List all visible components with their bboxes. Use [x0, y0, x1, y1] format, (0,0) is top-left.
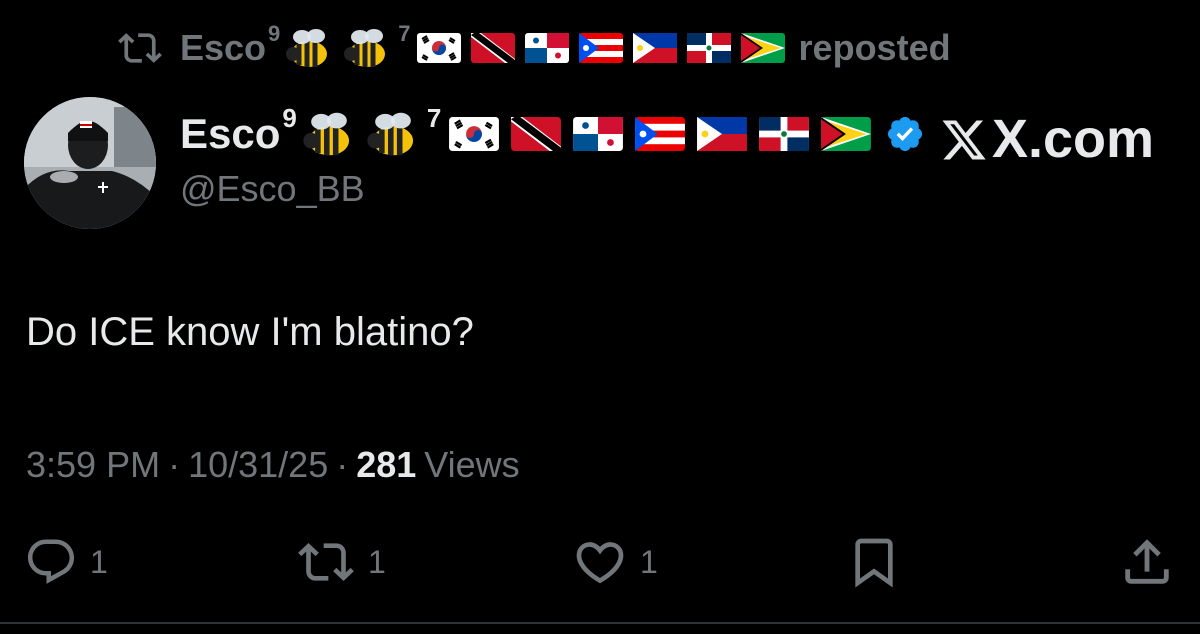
flag-dominican-republic-icon — [686, 33, 731, 63]
repost-user-name[interactable]: Esco 9 7 — [180, 21, 785, 70]
author-name: Esco — [180, 110, 281, 157]
author-handle[interactable]: @Esco_BB — [180, 168, 365, 210]
flag-philippines-icon — [632, 33, 677, 63]
repost-sup-left: 9 — [268, 21, 281, 46]
flag-puerto-rico-icon — [578, 33, 623, 63]
author-flags — [449, 117, 872, 151]
flag-south-korea-icon — [416, 33, 461, 63]
tweet-date[interactable]: 10/31/25 — [188, 444, 328, 486]
share-button[interactable] — [1118, 534, 1176, 590]
tweet-time[interactable]: 3:59 PM — [26, 444, 160, 486]
repost-button[interactable]: 1 — [296, 534, 386, 590]
views-label: Views — [424, 444, 520, 485]
flag-guyana-icon — [740, 33, 785, 63]
meta-separator: · — [168, 444, 181, 485]
flag-panama-icon — [573, 117, 624, 151]
repost-icon — [296, 534, 356, 590]
reply-button[interactable]: 1 — [24, 534, 108, 590]
repost-flags — [416, 33, 785, 63]
repost-name-text: Esco — [180, 27, 267, 68]
flag-dominican-republic-icon — [759, 117, 810, 151]
flag-puerto-rico-icon — [635, 117, 686, 151]
author-sup-left: 9 — [282, 102, 297, 133]
repost-header[interactable]: Esco 9 7 reposted — [118, 21, 951, 70]
tweet-text: Do ICE know I'm blatino? — [26, 310, 474, 354]
x-com-text: X.com — [991, 109, 1154, 169]
author-sup-right: 7 — [426, 102, 442, 133]
meta-separator: · — [336, 444, 349, 485]
flag-south-korea-icon — [449, 117, 500, 151]
x-logo-icon — [940, 115, 988, 163]
author-name-row[interactable]: Esco 9 7 — [180, 103, 925, 161]
reply-icon — [24, 535, 78, 589]
heart-icon — [572, 534, 628, 590]
flag-panama-icon — [524, 33, 569, 63]
bookmark-button[interactable] — [846, 534, 902, 590]
repost-count: 1 — [368, 543, 386, 580]
honeybee-icon — [283, 26, 335, 70]
flag-trinidad-and-tobago-icon — [511, 117, 562, 151]
repost-icon — [118, 26, 162, 70]
reply-count: 1 — [90, 543, 108, 580]
honeybee-icon — [300, 107, 358, 161]
tweet-meta: 3:59 PM · 10/31/25 · 281 Views — [26, 444, 520, 486]
views-count: 281 — [356, 444, 417, 485]
share-icon — [1118, 533, 1176, 591]
x-com-watermark: X.com — [940, 108, 1154, 170]
repost-sup-right: 7 — [398, 21, 411, 46]
verified-badge-icon — [885, 114, 925, 154]
bookmark-icon — [846, 534, 902, 590]
flag-trinidad-and-tobago-icon — [470, 33, 515, 63]
reposted-label: reposted — [798, 27, 951, 68]
avatar[interactable] — [24, 97, 156, 229]
like-count: 1 — [640, 543, 658, 580]
bottom-divider — [0, 622, 1200, 624]
flag-guyana-icon — [821, 117, 872, 151]
flag-philippines-icon — [697, 117, 748, 151]
like-button[interactable]: 1 — [572, 534, 658, 590]
honeybee-icon — [341, 26, 393, 70]
action-bar: 1 1 1 — [0, 534, 1200, 590]
honeybee-icon — [364, 107, 422, 161]
